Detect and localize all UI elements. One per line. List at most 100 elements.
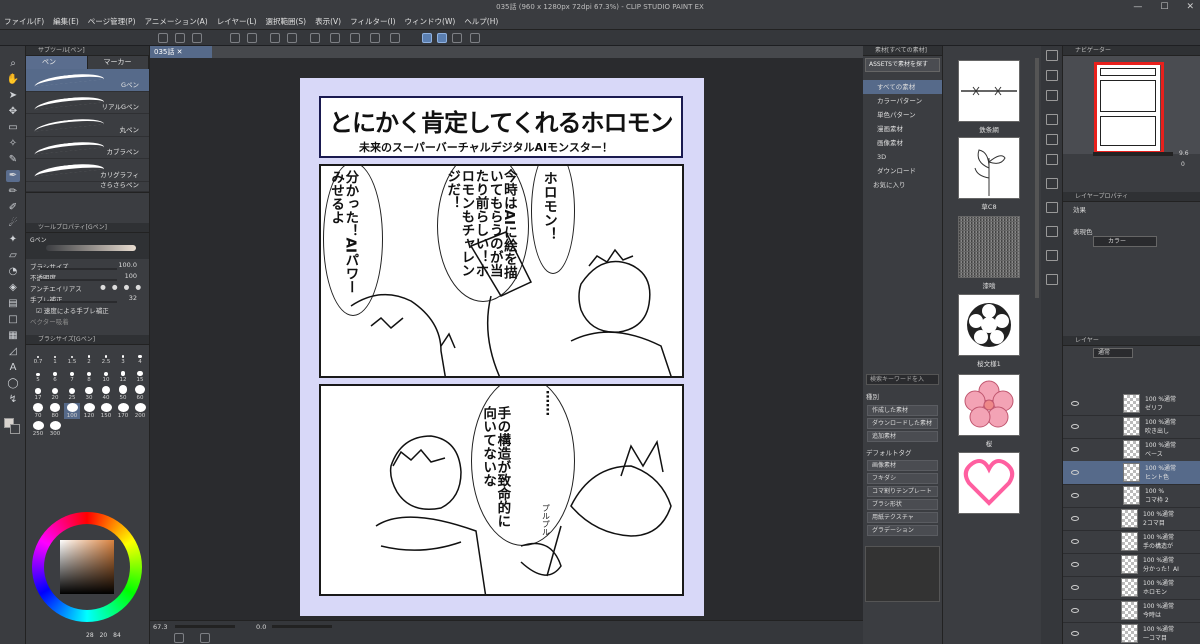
hand-icon[interactable]: ✋ (6, 74, 20, 86)
frame-border-icon[interactable]: ▦ (6, 330, 20, 342)
eye-icon[interactable] (1071, 401, 1079, 406)
tree-favorites[interactable]: お気に入り (863, 178, 942, 192)
menu-filter[interactable]: フィルター(I) (350, 16, 395, 27)
tab-pen[interactable]: ペン (26, 56, 88, 69)
brush-size-option[interactable]: 150 (98, 403, 114, 419)
brush-icon[interactable]: ✐ (6, 202, 20, 214)
layer-search-icon[interactable] (1046, 90, 1058, 101)
layer-row[interactable]: 100 %通常 一コマ目 (1063, 622, 1200, 644)
text-icon[interactable]: A (6, 362, 20, 374)
layer-row[interactable]: 100 %通常 今時は (1063, 599, 1200, 623)
deselect-icon[interactable] (350, 33, 360, 43)
eye-icon[interactable] (1071, 585, 1079, 590)
eyedropper-icon[interactable]: ✎ (6, 154, 20, 166)
layer-row[interactable]: 100 %通常 ゼリフ (1063, 392, 1200, 416)
speed-stabilization-row[interactable]: ☑ 速度による手ブレ補正 (30, 305, 145, 315)
color-square[interactable] (60, 540, 114, 594)
layer-row[interactable]: 100 %通常 ベース (1063, 438, 1200, 462)
brush-size-option[interactable]: 15 (132, 367, 148, 383)
color-set-icon[interactable] (1046, 178, 1058, 189)
vector-snap-row[interactable]: ベクター吸着 (30, 316, 145, 326)
close-button[interactable]: ✕ (1186, 0, 1194, 14)
save-icon[interactable] (230, 33, 240, 43)
brush-size-option[interactable]: 40 (98, 385, 114, 401)
kind-downloaded[interactable]: ダウンロードした素材 (867, 418, 938, 429)
item-bank-icon[interactable] (1046, 154, 1058, 165)
eye-icon[interactable] (1071, 447, 1079, 452)
brush-size-option[interactable]: 30 (81, 385, 97, 401)
layer-row[interactable]: 100 %通常 手の構造が (1063, 530, 1200, 554)
menu-help[interactable]: ヘルプ(H) (464, 16, 498, 27)
open-icon[interactable] (192, 33, 202, 43)
balloon-icon[interactable]: ◯ (6, 378, 20, 390)
ruler-icon[interactable]: ◿ (6, 346, 20, 358)
brush-size-option[interactable]: 12 (115, 367, 131, 383)
material-heart[interactable] (958, 452, 1020, 514)
figure-icon[interactable]: □ (6, 314, 20, 326)
maximize-button[interactable]: ☐ (1160, 0, 1168, 14)
eye-icon[interactable] (1071, 493, 1079, 498)
zoom-value[interactable]: 67.3 (153, 623, 167, 631)
kind-created[interactable]: 作成した素材 (867, 405, 938, 416)
layer-row[interactable]: 100 %通常 2コマ目 (1063, 507, 1200, 531)
eraser-icon[interactable]: ▱ (6, 250, 20, 262)
menu-edit[interactable]: 編集(E) (53, 16, 79, 27)
brush-size-option[interactable]: 50 (115, 385, 131, 401)
eye-icon[interactable] (1071, 562, 1079, 567)
brush-size-option[interactable]: 25 (64, 385, 80, 401)
brush-size-option[interactable]: 1.5 (64, 349, 80, 365)
sub-color-swatch[interactable] (10, 424, 20, 434)
tree-image[interactable]: 画像素材 (863, 136, 942, 150)
brush-size-option[interactable]: 80 (47, 403, 63, 419)
move-icon[interactable]: ✥ (6, 106, 20, 118)
navigator-dock-icon[interactable] (1046, 50, 1058, 61)
snap-grid-icon[interactable] (452, 33, 462, 43)
brush-item[interactable]: Gペン (26, 69, 149, 92)
undo-icon[interactable] (270, 33, 280, 43)
canvas-viewport[interactable]: とにかく肯定してくれるホロモン 未来のスーパーバーチャルデジタルAIモンスター！… (150, 58, 863, 620)
tag-image[interactable]: 画像素材 (867, 460, 938, 471)
color-history-icon[interactable] (1046, 202, 1058, 213)
brush-size-option[interactable]: 300 (47, 421, 63, 437)
material-sakura[interactable] (958, 374, 1020, 436)
fit-icon[interactable] (200, 633, 210, 643)
pen-icon[interactable]: ✒ (6, 170, 20, 182)
snap-special-icon[interactable] (437, 33, 447, 43)
brush-size-row[interactable]: ブラシサイズ 100.0 (30, 261, 145, 271)
blend-mode-select[interactable]: 通常 (1093, 348, 1133, 358)
operation-icon[interactable]: ➤ (6, 90, 20, 102)
tree-3d[interactable]: 3D (863, 150, 942, 164)
document-tab[interactable]: 035話 ✕ (150, 46, 212, 58)
export-icon[interactable] (247, 33, 257, 43)
tag-balloon[interactable]: フキダシ (867, 473, 938, 484)
menu-icon[interactable] (158, 33, 168, 43)
tree-color-pattern[interactable]: カラーパターン (863, 94, 942, 108)
brush-size-option[interactable]: 70 (30, 403, 46, 419)
crop-icon[interactable] (370, 33, 380, 43)
auto-select-icon[interactable]: ✧ (6, 138, 20, 150)
tag-gradient[interactable]: グラデーション (867, 525, 938, 536)
tag-brush-shape[interactable]: ブラシ形状 (867, 499, 938, 510)
material-sakura-pattern[interactable] (958, 294, 1020, 356)
eye-icon[interactable] (1071, 539, 1079, 544)
tag-frame-template[interactable]: コマ割りテンプレート (867, 486, 938, 497)
layer-row[interactable]: 100 %通常 分かった！AI (1063, 553, 1200, 577)
layer-row[interactable]: 100 %通常 ヒント色 (1063, 461, 1200, 485)
brush-item[interactable]: さらさらペン (26, 181, 149, 192)
brush-size-option[interactable]: 17 (30, 385, 46, 401)
opacity-row[interactable]: 不透明度 100 (30, 272, 145, 282)
decoration-icon[interactable]: ✦ (6, 234, 20, 246)
auto-action-icon[interactable] (1046, 134, 1058, 145)
tree-manga[interactable]: 漫画素材 (863, 122, 942, 136)
material-barbed-wire[interactable] (958, 60, 1020, 122)
snap-ruler-icon[interactable] (422, 33, 432, 43)
color-mode-select[interactable]: カラー (1093, 236, 1157, 247)
info-icon[interactable] (1046, 274, 1058, 285)
kind-added[interactable]: 追加素材 (867, 431, 938, 442)
approx-color-icon[interactable] (1046, 226, 1058, 237)
material-search-input[interactable]: 検索キーワードを入 (866, 374, 939, 385)
rotate-slider[interactable] (272, 625, 332, 628)
menu-selection[interactable]: 選択範囲(S) (266, 16, 307, 27)
navigator-icon[interactable] (174, 633, 184, 643)
minimize-button[interactable]: — (1133, 0, 1142, 14)
